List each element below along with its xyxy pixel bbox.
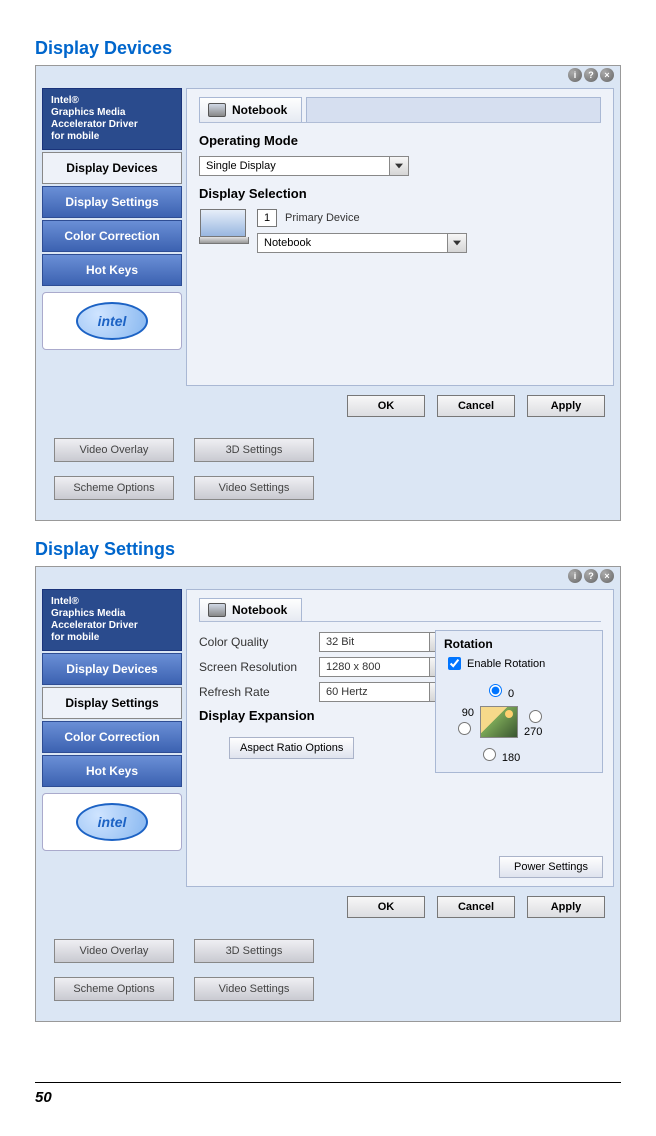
refresh-rate-value: 60 Hertz xyxy=(319,682,430,702)
rotation-270[interactable]: 270 xyxy=(524,707,554,738)
operating-mode-select[interactable]: Single Display xyxy=(199,156,409,176)
intel-logo-icon: intel xyxy=(76,302,148,340)
primary-device-number: 1 xyxy=(257,209,277,227)
help-icon[interactable]: ? xyxy=(584,569,598,583)
scheme-options-button[interactable]: Scheme Options xyxy=(54,476,174,500)
sidebar-item-color-correction[interactable]: Color Correction xyxy=(42,721,182,753)
screen-resolution-select[interactable]: 1280 x 800 xyxy=(319,657,449,677)
sidebar-item-display-settings[interactable]: Display Settings xyxy=(42,186,182,218)
rotation-0[interactable]: 0 xyxy=(484,681,514,700)
ok-button[interactable]: OK xyxy=(347,395,425,417)
rotation-group: Rotation Enable Rotation 0 90 270 180 xyxy=(435,630,603,773)
screen-resolution-label: Screen Resolution xyxy=(199,660,309,674)
section-heading-display-settings: Display Settings xyxy=(35,539,621,560)
video-settings-button[interactable]: Video Settings xyxy=(194,476,314,500)
color-quality-select[interactable]: 32 Bit xyxy=(319,632,449,652)
cancel-button[interactable]: Cancel xyxy=(437,395,515,417)
enable-rotation-text: Enable Rotation xyxy=(467,658,545,670)
primary-device-label: Primary Device xyxy=(285,212,360,224)
video-settings-button[interactable]: Video Settings xyxy=(194,977,314,1001)
laptop-icon xyxy=(199,209,247,245)
refresh-rate-select[interactable]: 60 Hertz xyxy=(319,682,449,702)
intel-logo-icon: intel xyxy=(76,803,148,841)
operating-mode-label: Operating Mode xyxy=(199,133,601,148)
ok-button[interactable]: OK xyxy=(347,896,425,918)
video-overlay-button[interactable]: Video Overlay xyxy=(54,438,174,462)
3d-settings-button[interactable]: 3D Settings xyxy=(194,939,314,963)
cancel-button[interactable]: Cancel xyxy=(437,896,515,918)
video-overlay-button[interactable]: Video Overlay xyxy=(54,939,174,963)
brand-header: Intel® Graphics Media Accelerator Driver… xyxy=(42,589,182,651)
tab-empty xyxy=(306,97,601,122)
sidebar: Intel® Graphics Media Accelerator Driver… xyxy=(42,88,182,386)
rotation-180[interactable]: 180 xyxy=(478,745,520,764)
intel-logo-box: intel xyxy=(42,793,182,851)
brand-header: Intel® Graphics Media Accelerator Driver… xyxy=(42,88,182,150)
tab-label: Notebook xyxy=(232,103,287,117)
enable-rotation-checkbox[interactable]: Enable Rotation xyxy=(444,655,594,672)
primary-device-select[interactable]: Notebook xyxy=(257,233,467,253)
apply-button[interactable]: Apply xyxy=(527,896,605,918)
sidebar-item-display-devices[interactable]: Display Devices xyxy=(42,653,182,685)
operating-mode-value: Single Display xyxy=(199,156,390,176)
tab-notebook[interactable]: Notebook xyxy=(199,598,302,621)
3d-settings-button[interactable]: 3D Settings xyxy=(194,438,314,462)
color-quality-label: Color Quality xyxy=(199,635,309,649)
sidebar-item-hot-keys[interactable]: Hot Keys xyxy=(42,254,182,286)
rotation-preview-icon xyxy=(480,706,518,738)
content-area: Notebook Color Quality 32 Bit Screen Res… xyxy=(186,589,614,887)
scheme-options-button[interactable]: Scheme Options xyxy=(54,977,174,1001)
section-heading-display-devices: Display Devices xyxy=(35,38,621,59)
close-icon[interactable]: × xyxy=(600,569,614,583)
sidebar: Intel® Graphics Media Accelerator Driver… xyxy=(42,589,182,887)
sidebar-item-color-correction[interactable]: Color Correction xyxy=(42,220,182,252)
notebook-icon xyxy=(208,603,226,617)
sidebar-item-hot-keys[interactable]: Hot Keys xyxy=(42,755,182,787)
panel-display-devices: i ? × Intel® Graphics Media Accelerator … xyxy=(35,65,621,521)
aspect-ratio-button[interactable]: Aspect Ratio Options xyxy=(229,737,354,759)
content-area: Notebook Operating Mode Single Display D… xyxy=(186,88,614,386)
sidebar-item-display-devices[interactable]: Display Devices xyxy=(42,152,182,184)
sidebar-item-display-settings[interactable]: Display Settings xyxy=(42,687,182,719)
enable-rotation-input[interactable] xyxy=(448,657,461,670)
info-icon[interactable]: i xyxy=(568,569,582,583)
power-settings-button[interactable]: Power Settings xyxy=(499,856,603,878)
rotation-label: Rotation xyxy=(444,637,594,651)
tab-notebook[interactable]: Notebook xyxy=(199,97,302,122)
help-icon[interactable]: ? xyxy=(584,68,598,82)
display-selection-label: Display Selection xyxy=(199,186,601,201)
close-icon[interactable]: × xyxy=(600,68,614,82)
rotation-90[interactable]: 90 xyxy=(444,707,474,738)
notebook-icon xyxy=(208,103,226,117)
primary-device-value: Notebook xyxy=(257,233,448,253)
apply-button[interactable]: Apply xyxy=(527,395,605,417)
chevron-down-icon[interactable] xyxy=(390,156,409,176)
color-quality-value: 32 Bit xyxy=(319,632,430,652)
screen-resolution-value: 1280 x 800 xyxy=(319,657,430,677)
panel-display-settings: i ? × Intel® Graphics Media Accelerator … xyxy=(35,566,621,1022)
refresh-rate-label: Refresh Rate xyxy=(199,685,309,699)
page-number: 50 xyxy=(35,1082,621,1106)
intel-logo-box: intel xyxy=(42,292,182,350)
info-icon[interactable]: i xyxy=(568,68,582,82)
tab-label: Notebook xyxy=(232,603,287,617)
chevron-down-icon[interactable] xyxy=(448,233,467,253)
